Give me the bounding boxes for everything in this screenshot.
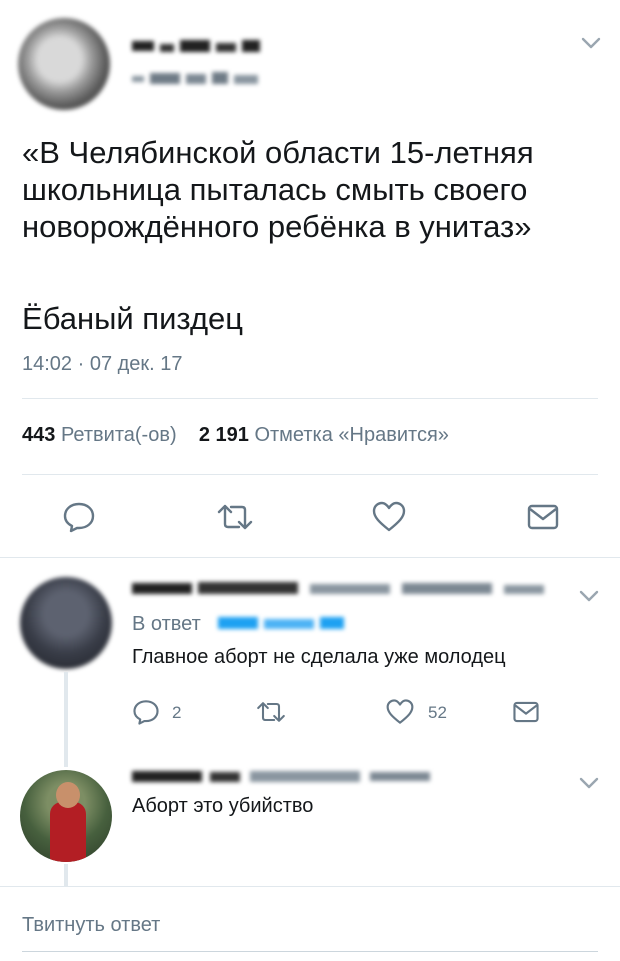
likes-stat[interactable]: 2 191 Отметка «Нравится» [199, 424, 449, 446]
reply-text: Главное аборт не сделала уже молодец [132, 646, 506, 668]
divider [22, 398, 598, 399]
heart-icon[interactable] [371, 500, 407, 534]
section-separator [0, 557, 620, 558]
tweet-text-line: новорождённого ребёнка в унитаз» [22, 209, 532, 244]
avatar-figure [50, 802, 86, 862]
envelope-icon[interactable] [512, 698, 540, 726]
retweet-icon[interactable] [215, 500, 255, 534]
tweet-text: «В Челябинской области 15-летняя школьни… [22, 134, 598, 245]
thread-connector [64, 864, 68, 886]
compose-separator [0, 886, 620, 887]
in-reply-to-handle-redacted[interactable] [218, 614, 346, 632]
retweets-label: Ретвита(-ов) [60, 424, 177, 446]
compose-reply-input[interactable]: Твитнуть ответ [22, 914, 160, 937]
in-reply-to: В ответ [132, 613, 201, 636]
envelope-icon[interactable] [526, 500, 560, 534]
retweets-stat[interactable]: 443 Ретвита(-ов) [22, 424, 182, 446]
like-count: 52 [428, 703, 447, 722]
chevron-down-icon[interactable] [578, 585, 600, 607]
reply-text: Аборт это убийство [132, 795, 314, 817]
reply-count: 2 [172, 703, 182, 722]
chevron-down-icon[interactable] [580, 32, 602, 54]
compose-underline [22, 951, 598, 952]
chevron-down-icon[interactable] [578, 772, 600, 794]
author-handle-redacted [132, 72, 258, 84]
reply-author-redacted[interactable] [132, 768, 442, 784]
tweet-text-line: «В Челябинской области 15-летняя [22, 135, 534, 170]
tweet-stats: 443 Ретвита(-ов) 2 191 Отметка «Нравится… [22, 424, 449, 447]
reply-icon[interactable] [62, 500, 96, 534]
author-avatar[interactable] [18, 18, 110, 110]
retweet-icon[interactable] [255, 698, 287, 726]
retweets-count: 443 [22, 424, 56, 446]
tweet-text-line: школьница пыталась смыть своего [22, 172, 528, 207]
reply-avatar[interactable] [20, 770, 112, 862]
likes-count: 2 191 [198, 424, 249, 446]
reply-icon[interactable] [132, 698, 160, 726]
avatar-figure-head [56, 782, 80, 808]
in-reply-to-label: В ответ [132, 613, 201, 635]
likes-label: Отметка «Нравится» [254, 424, 449, 446]
author-name-redacted[interactable] [132, 38, 262, 54]
reply-avatar[interactable] [20, 577, 112, 669]
tweet-timestamp: 14:02 · 07 дек. 17 [22, 353, 183, 375]
thread-connector [64, 672, 68, 767]
tweet-comment: Ёбаный пиздец [22, 301, 244, 336]
heart-icon[interactable] [385, 698, 415, 726]
divider [22, 474, 598, 475]
reply-author-redacted[interactable] [132, 580, 552, 596]
